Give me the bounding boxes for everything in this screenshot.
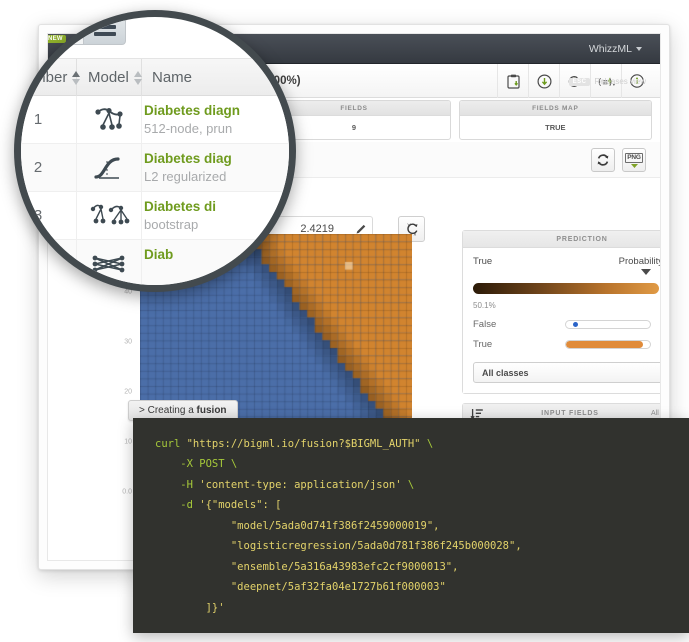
column-label: Name xyxy=(152,69,193,86)
class-name: False xyxy=(473,319,497,330)
table-row[interactable]: 4 Diab xyxy=(21,240,289,285)
deepnet-icon xyxy=(76,240,141,285)
class-value: 91.22% xyxy=(651,340,660,350)
esc-hint-text: Releases view xyxy=(594,77,646,86)
code-token: \ xyxy=(420,438,434,450)
column-header-name[interactable]: Name xyxy=(152,59,192,97)
nav-label-whizzml: WhizzML xyxy=(588,43,632,55)
code-token: "ensemble/5a316a43983efc2cf9000013", xyxy=(230,560,459,573)
refresh-icon[interactable] xyxy=(591,148,615,172)
row-model-name[interactable]: Diab xyxy=(144,247,173,262)
row-number: 1 xyxy=(33,111,43,128)
prediction-card-body: True Probability TOTAL ↦ 50. xyxy=(463,248,661,393)
clipboard-download-icon[interactable] xyxy=(497,64,528,98)
y-axis-tick: 30 xyxy=(124,338,132,346)
class-filter-select[interactable]: All classes xyxy=(473,362,660,383)
esc-key-badge: ESC xyxy=(568,77,591,86)
decision-tree-icon xyxy=(76,96,141,144)
row-model-name[interactable]: Diabetes di xyxy=(144,199,216,214)
probability-range-row: 50.1% 94.9% xyxy=(473,301,660,310)
metric-label: FIELDS MAP xyxy=(459,101,651,116)
probability-gradient-bar[interactable] xyxy=(473,282,659,294)
probability-label: Probability xyxy=(618,256,661,267)
cloud-download-icon[interactable] xyxy=(528,64,559,98)
class-bar-fill xyxy=(566,341,643,348)
row-model-desc: 512-node, prun xyxy=(144,121,233,136)
code-token: "https://bigml.io/fusion?$BIGML_AUTH" xyxy=(186,438,421,450)
tooltip-bold: fusion xyxy=(196,405,227,416)
code-token: \ xyxy=(401,478,415,491)
metric-fields-map: FIELDS MAP TRUE xyxy=(458,100,652,140)
class-name: True xyxy=(473,339,493,350)
table-row[interactable]: 1 Diabetes diagn 512-node, prun xyxy=(21,96,289,144)
tooltip-prefix: > Creating a xyxy=(139,405,197,416)
row-model-name[interactable]: Diabetes diagn xyxy=(144,103,240,118)
all-fields-label: All fields: xyxy=(650,410,660,417)
column-header-number[interactable]: Number xyxy=(14,59,81,97)
class-value: 8.77% xyxy=(651,320,660,330)
range-min: 50.1% xyxy=(473,301,496,310)
logistic-curve-icon xyxy=(76,144,141,192)
prediction-card: PREDICTION True Probability TOTAL ↦ xyxy=(462,230,661,394)
esc-hint: ESC Releases view xyxy=(568,77,646,86)
download-png-button[interactable]: PNG xyxy=(622,148,646,172)
input-fields-title: INPUT FIELDS xyxy=(541,410,599,417)
code-token: -d xyxy=(180,499,200,512)
view-toggle-group xyxy=(42,17,126,45)
class-bar-track[interactable] xyxy=(565,320,651,329)
code-token: "deepnet/5af32fa04e1727b61f000003" xyxy=(230,581,446,594)
row-model-desc: L2 regularized xyxy=(144,169,227,184)
code-token: "model/5ada0d741f386f2459000019", xyxy=(230,519,440,532)
code-token: ]}' xyxy=(205,601,225,614)
class-bar-track[interactable] xyxy=(565,340,651,349)
models-table-header: Number Model Name xyxy=(14,58,289,97)
grid-view-icon[interactable] xyxy=(42,17,84,45)
code-token: -X POST \ xyxy=(180,458,238,471)
row-number: 2 xyxy=(33,159,43,176)
code-token: "logisticregression/5ada0d781f386f245b00… xyxy=(230,540,522,553)
table-row[interactable]: 2 Diabetes diag L2 regularized xyxy=(21,144,289,192)
magnifier-lens: Number Model Name 1 Diabetes diagn 512-n… xyxy=(14,10,296,292)
y-axis-tick: 0.0 xyxy=(122,488,132,496)
class-row-true: True 91.22% xyxy=(473,339,660,350)
sort-none-icon xyxy=(133,71,143,86)
class-filter-value: All classes xyxy=(482,367,529,378)
row-number: 4 xyxy=(33,255,43,272)
code-token: '{"models": [ xyxy=(199,499,282,512)
sort-ascending-icon xyxy=(72,71,81,86)
svg-text:Y: Y xyxy=(407,223,411,229)
row-model-name[interactable]: Diabetes diag xyxy=(144,151,232,166)
prediction-header-row: True Probability xyxy=(473,256,661,275)
column-header-model[interactable]: Model xyxy=(88,59,143,97)
probability-marker-icon xyxy=(641,269,651,275)
png-label: PNG xyxy=(625,152,643,163)
code-token: curl xyxy=(155,438,187,450)
prediction-card-title: PREDICTION xyxy=(463,231,660,248)
code-terminal: curl "https://bigml.io/fusion?$BIGML_AUT… xyxy=(133,418,689,633)
screenshot-root: NEW Unsupervised Predictions Tasks Whizz… xyxy=(0,0,689,642)
list-view-icon[interactable] xyxy=(84,17,126,45)
code-token: -H xyxy=(180,478,200,491)
predicted-class-label: True xyxy=(473,256,493,267)
terminal-code[interactable]: curl "https://bigml.io/fusion?$BIGML_AUT… xyxy=(133,418,689,618)
column-label: Model xyxy=(88,69,129,86)
y-axis-tick: 10 xyxy=(124,438,132,446)
download-arrow-icon xyxy=(630,163,638,168)
code-token: 'content-type: application/json' xyxy=(199,478,402,491)
nav-item-whizzml[interactable]: WhizzML xyxy=(589,34,642,64)
magnifier-content: Number Model Name 1 Diabetes diagn 512-n… xyxy=(14,17,289,285)
column-label: Number xyxy=(14,69,68,86)
probability-bar-row: TOTAL ↦ xyxy=(473,277,660,299)
table-row[interactable]: 3 Diabetes di bootstrap xyxy=(21,192,289,240)
metric-value: TRUE xyxy=(545,123,566,132)
chevron-down-icon xyxy=(636,47,642,52)
ensemble-icon xyxy=(76,192,141,240)
row-model-desc: bootstrap xyxy=(144,217,199,232)
class-bar-dot xyxy=(573,322,579,327)
class-row-false: False 8.77% xyxy=(473,319,660,330)
y-axis-tick: 20 xyxy=(124,388,132,396)
row-number: 3 xyxy=(33,207,43,224)
